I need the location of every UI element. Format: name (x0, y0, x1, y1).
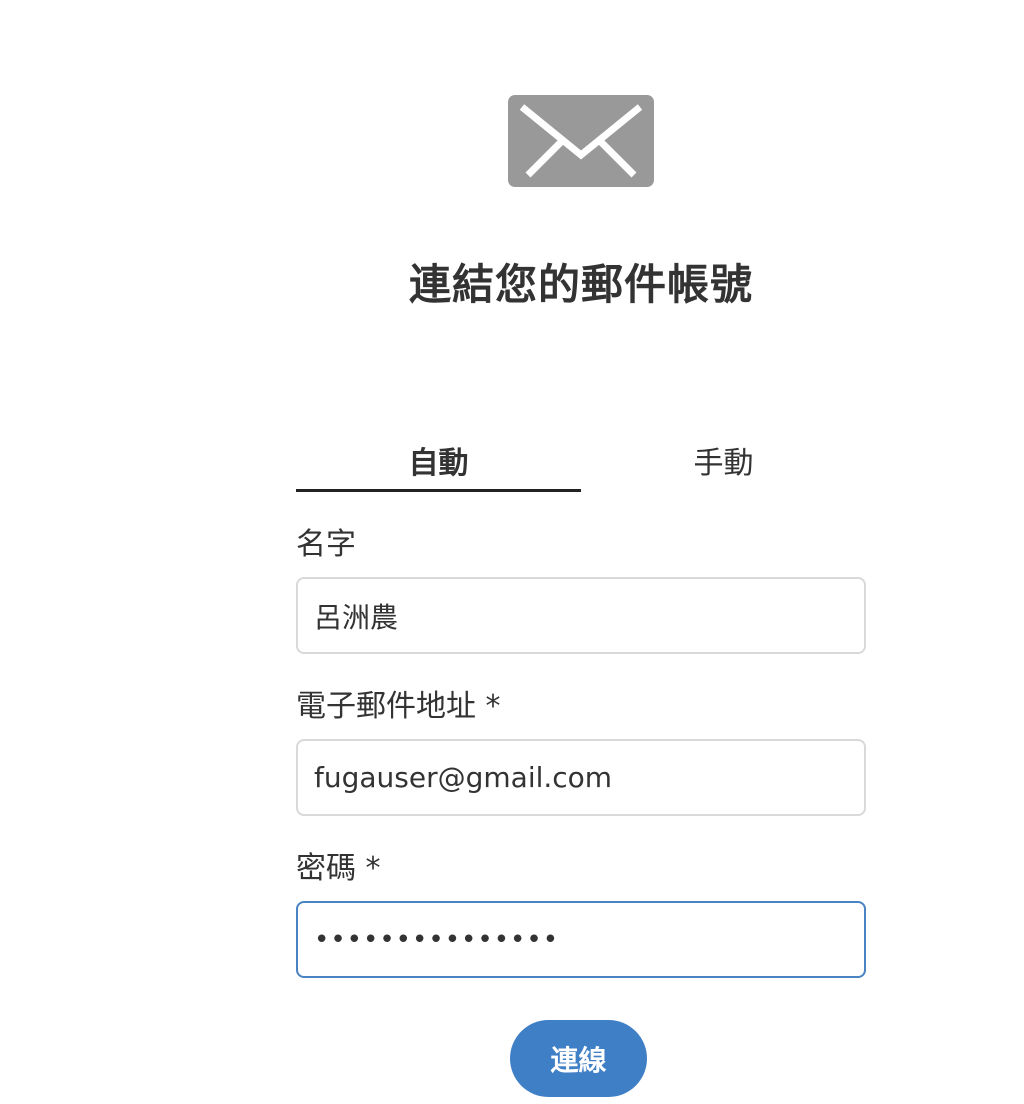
name-label: 名字 (296, 527, 356, 562)
password-input[interactable] (296, 901, 866, 978)
page-title: 連結您的郵件帳號 (408, 260, 753, 309)
tab-manual[interactable]: 手動 (581, 440, 866, 492)
email-input[interactable] (296, 739, 866, 816)
mode-tabs: 自動 手動 (296, 440, 866, 492)
mail-envelope-icon (508, 95, 654, 187)
name-input[interactable] (296, 577, 866, 654)
password-label: 密碼 * (296, 851, 381, 886)
connect-button[interactable]: 連線 (510, 1020, 647, 1097)
email-label: 電子郵件地址 * (296, 689, 501, 724)
tab-auto[interactable]: 自動 (296, 440, 581, 492)
